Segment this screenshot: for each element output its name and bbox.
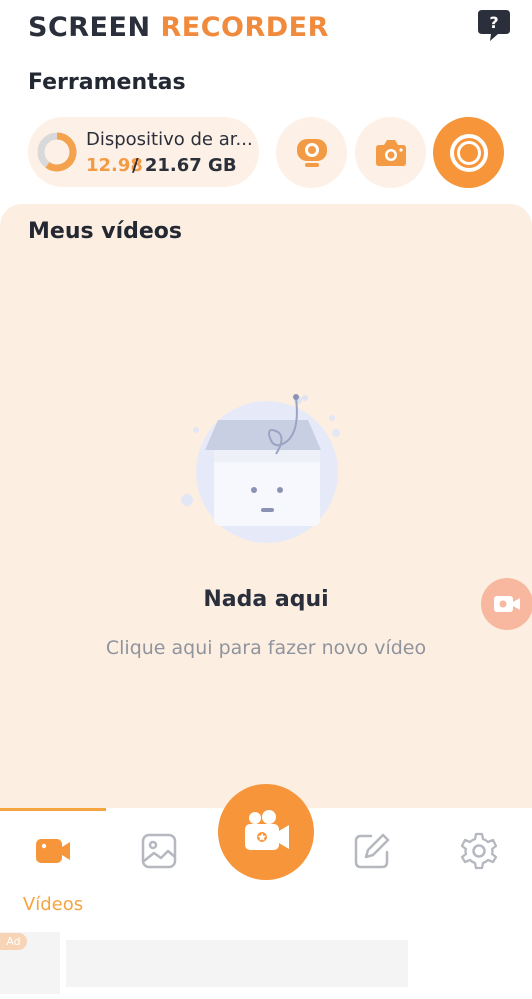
empty-box-illustration (181, 394, 340, 543)
question-bubble-icon: ? (478, 10, 510, 41)
empty-state-hint[interactable]: Clique aqui para fazer novo vídeo (0, 637, 532, 659)
camera-icon (375, 139, 406, 166)
app-title: SCREEN RECORDER (28, 12, 329, 43)
screenshot-tool-button[interactable] (355, 117, 426, 188)
record-video-fab[interactable] (218, 784, 314, 880)
ad-banner[interactable]: Ad (0, 924, 532, 999)
nav-tab-videos[interactable]: Vídeos (0, 828, 106, 915)
video-camera-icon (36, 839, 70, 863)
app-title-main: SCREEN (28, 12, 151, 43)
active-tab-indicator (0, 808, 106, 811)
svg-text:?: ? (489, 13, 498, 32)
ad-content-placeholder[interactable] (66, 940, 408, 987)
nav-tab-videos-label: Vídeos (22, 894, 84, 915)
storage-total-value: / 21.67 GB (132, 155, 237, 176)
storage-usage-chart (37, 132, 77, 172)
edit-icon (354, 833, 390, 869)
record-video-icon (245, 810, 289, 850)
nav-tab-edit[interactable] (319, 828, 425, 908)
video-camera-icon (494, 596, 520, 612)
nav-tab-images[interactable] (106, 828, 212, 908)
my-videos-title: Meus vídeos (28, 219, 182, 244)
tools-section-title: Ferramentas (28, 70, 186, 95)
gear-icon (460, 832, 498, 870)
empty-state-title: Nada aqui (203, 587, 329, 612)
storage-device-name: Dispositivo de ar... (86, 129, 253, 150)
my-videos-panel[interactable]: Meus vídeos Nada aqui Clique aqui para f… (0, 204, 532, 808)
ad-badge: Ad (0, 933, 27, 950)
storage-card[interactable]: Dispositivo de ar... 12.98 / 21.67 GB (28, 117, 259, 187)
webcam-tool-button[interactable] (276, 117, 347, 188)
floating-camera-button[interactable] (481, 578, 532, 630)
nav-tab-settings[interactable] (426, 828, 532, 908)
app-title-accent: RECORDER (160, 12, 329, 43)
screen-record-tool-button[interactable] (433, 117, 504, 188)
app-header: SCREEN RECORDER ? (0, 0, 532, 60)
record-icon (449, 133, 488, 172)
webcam-icon (296, 138, 327, 167)
image-icon (141, 833, 177, 869)
help-button[interactable]: ? (476, 8, 512, 42)
